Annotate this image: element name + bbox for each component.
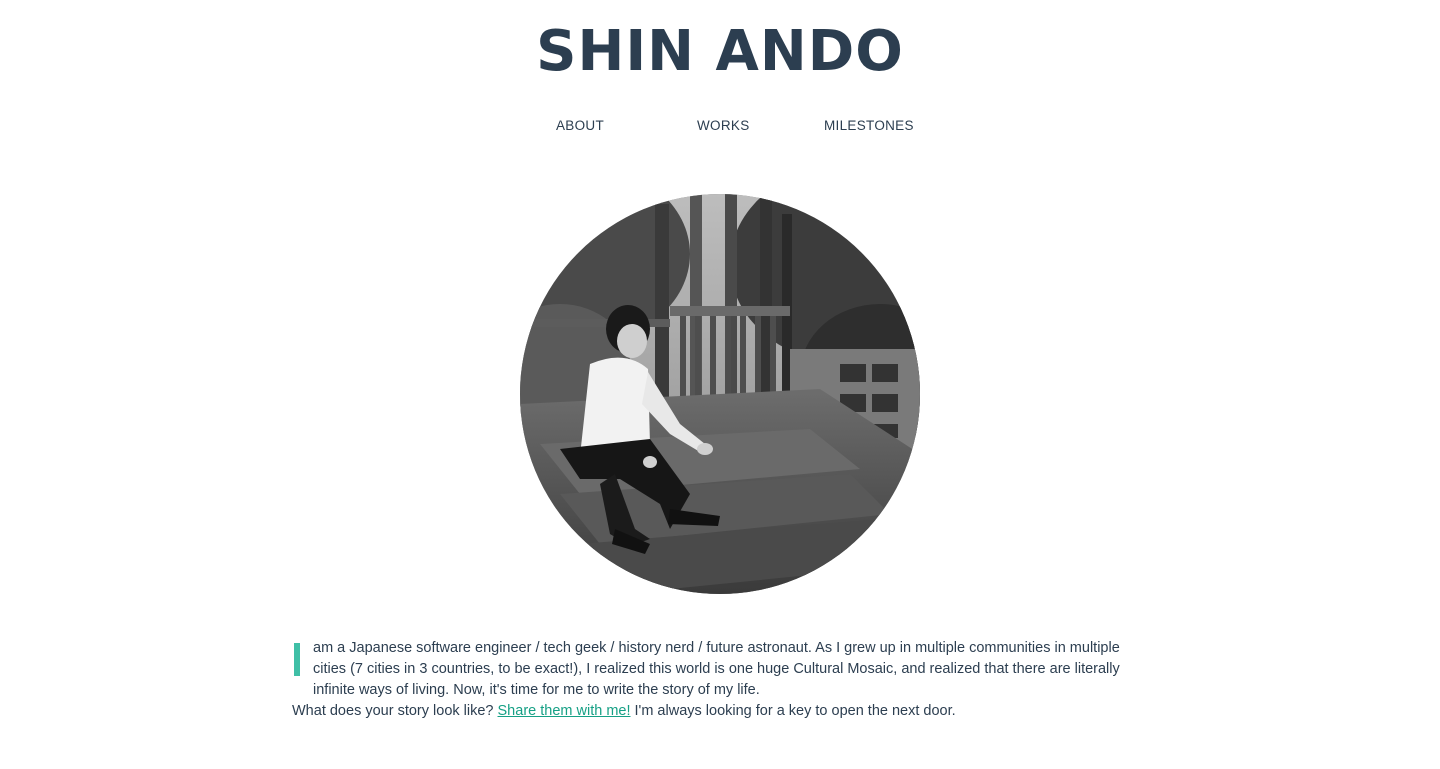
page: SHIN ANDO ABOUT WORKS MILESTONES am a Ja… [0,0,1440,769]
nav-about-link[interactable]: ABOUT [556,116,604,136]
bio-first-paragraph: I am a Japanese software engineer / tech… [292,638,1142,701]
bio-question: What does your story look like? [292,703,494,719]
bio-text: I am a Japanese software engineer / tech… [292,638,1142,722]
bio-closing: I'm always looking for a key to open the… [634,703,956,719]
share-link[interactable]: Share them with me! [498,703,631,719]
main-nav: ABOUT WORKS MILESTONES [0,116,1440,136]
profile-photo [520,194,920,594]
dropcap-i: I [294,643,300,676]
site-title: SHIN ANDO [536,19,904,84]
bio-paragraph-text: am a Japanese software engineer / tech g… [313,640,1120,698]
bio-second-line: What does your story look like? Share th… [292,701,1142,722]
nav-works-link[interactable]: WORKS [697,116,750,136]
profile-photo-illustration [520,194,920,594]
nav-milestones-link[interactable]: MILESTONES [824,116,914,136]
